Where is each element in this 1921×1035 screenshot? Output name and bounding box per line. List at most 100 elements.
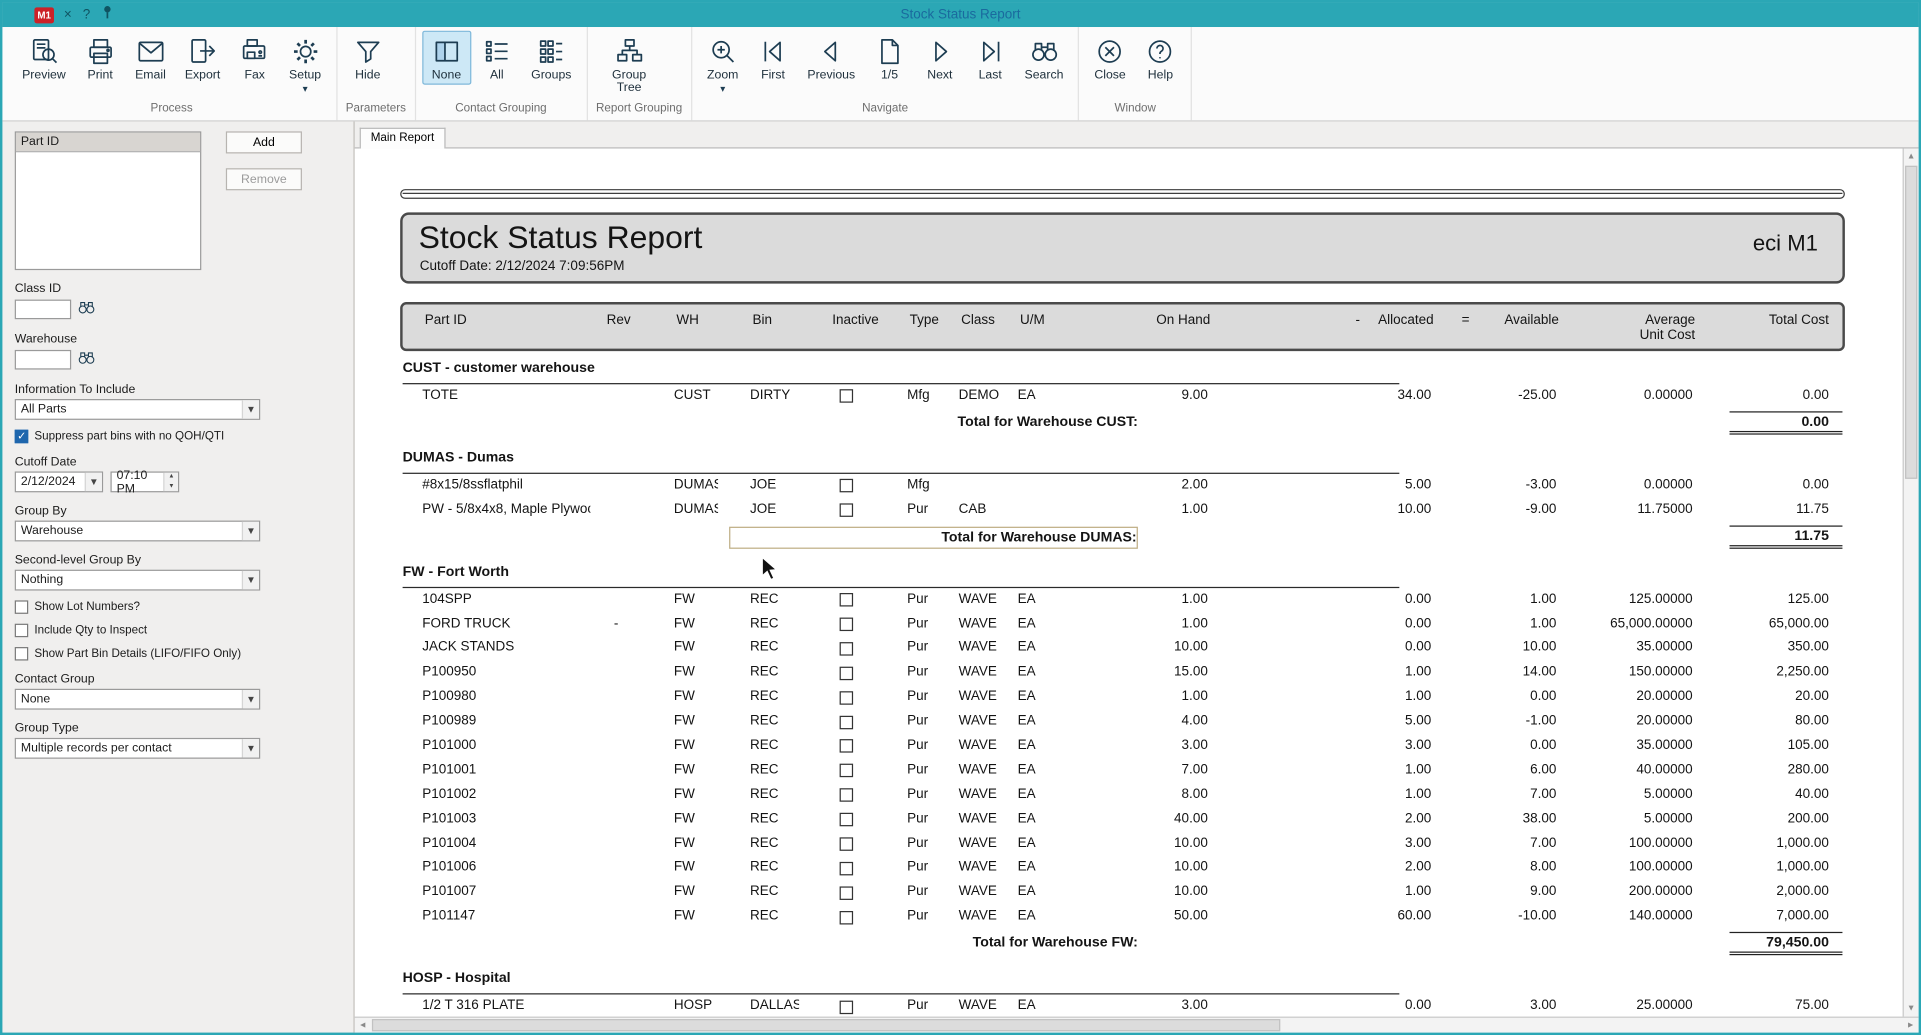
remove-button[interactable]: Remove bbox=[226, 168, 302, 190]
ribbon-group-label: Contact Grouping bbox=[422, 98, 580, 120]
inactive-checkbox[interactable] bbox=[839, 1000, 853, 1014]
warehouse-input[interactable] bbox=[15, 350, 71, 370]
group-type-select[interactable]: Multiple records per contact ▼ bbox=[15, 738, 260, 759]
scroll-left-icon[interactable]: ◄ bbox=[355, 1018, 371, 1033]
contact-group-select[interactable]: None ▼ bbox=[15, 689, 260, 710]
cutoff-date-select[interactable]: 2/12/2024 ▼ bbox=[15, 471, 103, 492]
table-row: #8x15/8ssflatphilDUMASJOEMfg2.005.00-3.0… bbox=[404, 474, 1843, 498]
part-id-cell: TOTE bbox=[404, 384, 591, 408]
inactive-checkbox[interactable] bbox=[839, 618, 853, 632]
previous-icon bbox=[815, 36, 847, 68]
group-header: CUST - customer warehouse bbox=[400, 361, 1845, 384]
previous-button[interactable]: Previous bbox=[799, 31, 864, 85]
group-total-value: 0.00 bbox=[1730, 411, 1843, 434]
inactive-checkbox[interactable] bbox=[839, 740, 853, 754]
1-5-button[interactable]: 1/5 bbox=[865, 31, 914, 85]
tab-main-report[interactable]: Main Report bbox=[360, 128, 446, 149]
inactive-checkbox[interactable] bbox=[839, 593, 853, 607]
help-icon bbox=[1144, 36, 1176, 68]
all-button[interactable]: All bbox=[472, 31, 521, 85]
cutoff-date-value: 2/12/2024 bbox=[21, 475, 76, 489]
none-button[interactable]: None bbox=[422, 31, 471, 85]
groups-button[interactable]: Groups bbox=[523, 31, 580, 85]
inactive-checkbox[interactable] bbox=[839, 390, 853, 404]
info-include-select[interactable]: All Parts ▼ bbox=[15, 399, 260, 420]
preview-button[interactable]: Preview bbox=[14, 31, 75, 85]
inactive-checkbox[interactable] bbox=[839, 642, 853, 656]
vertical-scroll-thumb[interactable] bbox=[1905, 166, 1917, 479]
fax-button[interactable]: Fax bbox=[230, 31, 279, 85]
inactive-checkbox[interactable] bbox=[839, 789, 853, 803]
ribbon-group: HideParameters bbox=[337, 27, 416, 120]
zoom-button[interactable]: Zoom▾ bbox=[698, 31, 747, 97]
part-id-cell: P101002 bbox=[404, 783, 591, 807]
inactive-checkbox[interactable] bbox=[839, 837, 853, 851]
email-button[interactable]: Email bbox=[126, 31, 175, 85]
group-total-value: 79,450.00 bbox=[1730, 932, 1843, 955]
column-header: WH bbox=[644, 313, 720, 342]
next-button[interactable]: Next bbox=[915, 31, 964, 85]
group-by-select[interactable]: Warehouse ▼ bbox=[15, 521, 260, 542]
class-id-input[interactable] bbox=[15, 300, 71, 320]
ribbon-group: CloseHelpWindow bbox=[1079, 27, 1192, 120]
inactive-checkbox[interactable] bbox=[839, 691, 853, 705]
ribbon: PreviewPrintEmailExportFaxSetup▾ProcessH… bbox=[2, 27, 1918, 122]
part-id-cell: P101147 bbox=[404, 905, 591, 929]
column-header: Available bbox=[1493, 313, 1564, 342]
warehouse-lookup-icon[interactable] bbox=[77, 349, 95, 371]
add-button[interactable]: Add bbox=[226, 131, 302, 153]
bin-details-checkbox[interactable] bbox=[15, 647, 29, 661]
inactive-checkbox[interactable] bbox=[839, 764, 853, 778]
time-spinner-icon[interactable]: ▲▼ bbox=[164, 473, 178, 491]
last-button[interactable]: Last bbox=[966, 31, 1015, 85]
tab-strip: Main Report bbox=[355, 122, 1919, 149]
horizontal-scroll-thumb[interactable] bbox=[372, 1019, 1280, 1031]
group-tree-button[interactable]: Group Tree bbox=[594, 31, 665, 97]
horizontal-scrollbar[interactable]: ◄ ► bbox=[355, 1017, 1919, 1033]
inactive-checkbox[interactable] bbox=[839, 504, 853, 518]
close-button[interactable]: Close bbox=[1086, 31, 1135, 85]
table-row: P100989FWRECPurWAVEEA4.005.00-1.0020.000… bbox=[404, 710, 1843, 734]
report-title-box[interactable]: Stock Status Report Cutoff Date: 2/12/20… bbox=[400, 212, 1845, 283]
help-button[interactable]: Help bbox=[1136, 31, 1185, 85]
export-button[interactable]: Export bbox=[176, 31, 229, 85]
report-page: Stock Status Report Cutoff Date: 2/12/20… bbox=[400, 189, 1845, 1017]
print-button[interactable]: Print bbox=[76, 31, 125, 85]
page-icon bbox=[874, 36, 906, 68]
show-lot-label: Show Lot Numbers? bbox=[34, 600, 140, 614]
inactive-checkbox[interactable] bbox=[839, 886, 853, 900]
part-id-listbox[interactable]: Part ID bbox=[15, 131, 202, 270]
inactive-checkbox[interactable] bbox=[839, 813, 853, 827]
setup-button[interactable]: Setup▾ bbox=[280, 31, 329, 97]
report-groups: CUST - customer warehouseTOTECUSTDIRTYMf… bbox=[400, 361, 1845, 1017]
group-total-label[interactable]: Total for Warehouse DUMAS: bbox=[729, 526, 1138, 548]
inactive-checkbox[interactable] bbox=[839, 666, 853, 680]
part-id-cell: P101000 bbox=[404, 734, 591, 758]
show-lot-checkbox[interactable] bbox=[15, 600, 29, 614]
part-id-cell: P100980 bbox=[404, 685, 591, 709]
table-row: JACK STANDSFWRECPurWAVEEA10.000.0010.003… bbox=[404, 637, 1843, 661]
include-qty-label: Include Qty to Inspect bbox=[34, 624, 147, 638]
class-id-lookup-icon[interactable] bbox=[77, 298, 95, 320]
report-title: Stock Status Report bbox=[419, 219, 703, 257]
inactive-checkbox[interactable] bbox=[839, 715, 853, 729]
suppress-bins-checkbox[interactable] bbox=[15, 430, 29, 444]
search-button[interactable]: Search bbox=[1016, 31, 1072, 85]
second-group-select[interactable]: Nothing ▼ bbox=[15, 570, 260, 591]
inactive-checkbox[interactable] bbox=[839, 479, 853, 493]
vertical-scrollbar[interactable]: ▲ ▼ bbox=[1903, 149, 1919, 1017]
inactive-checkbox[interactable] bbox=[839, 862, 853, 876]
first-button[interactable]: First bbox=[748, 31, 797, 85]
group-type-label: Group Type bbox=[15, 722, 342, 736]
table-row: P101003FWRECPurWAVEEA40.002.0038.005.000… bbox=[404, 807, 1843, 831]
include-qty-checkbox[interactable] bbox=[15, 624, 29, 638]
main-area: Part ID Add Remove Class ID Warehouse bbox=[2, 122, 1918, 1033]
hide-button[interactable]: Hide bbox=[343, 31, 392, 85]
ribbon-group-label: Report Grouping bbox=[594, 98, 685, 120]
scroll-right-icon[interactable]: ► bbox=[1903, 1018, 1919, 1033]
scroll-up-icon[interactable]: ▲ bbox=[1904, 149, 1919, 165]
suppress-bins-label: Suppress part bins with no QOH/QTI bbox=[34, 430, 224, 444]
cutoff-time-spinner[interactable]: 07:10 PM ▲▼ bbox=[110, 471, 179, 492]
inactive-checkbox[interactable] bbox=[839, 911, 853, 925]
scroll-down-icon[interactable]: ▼ bbox=[1904, 1001, 1919, 1017]
